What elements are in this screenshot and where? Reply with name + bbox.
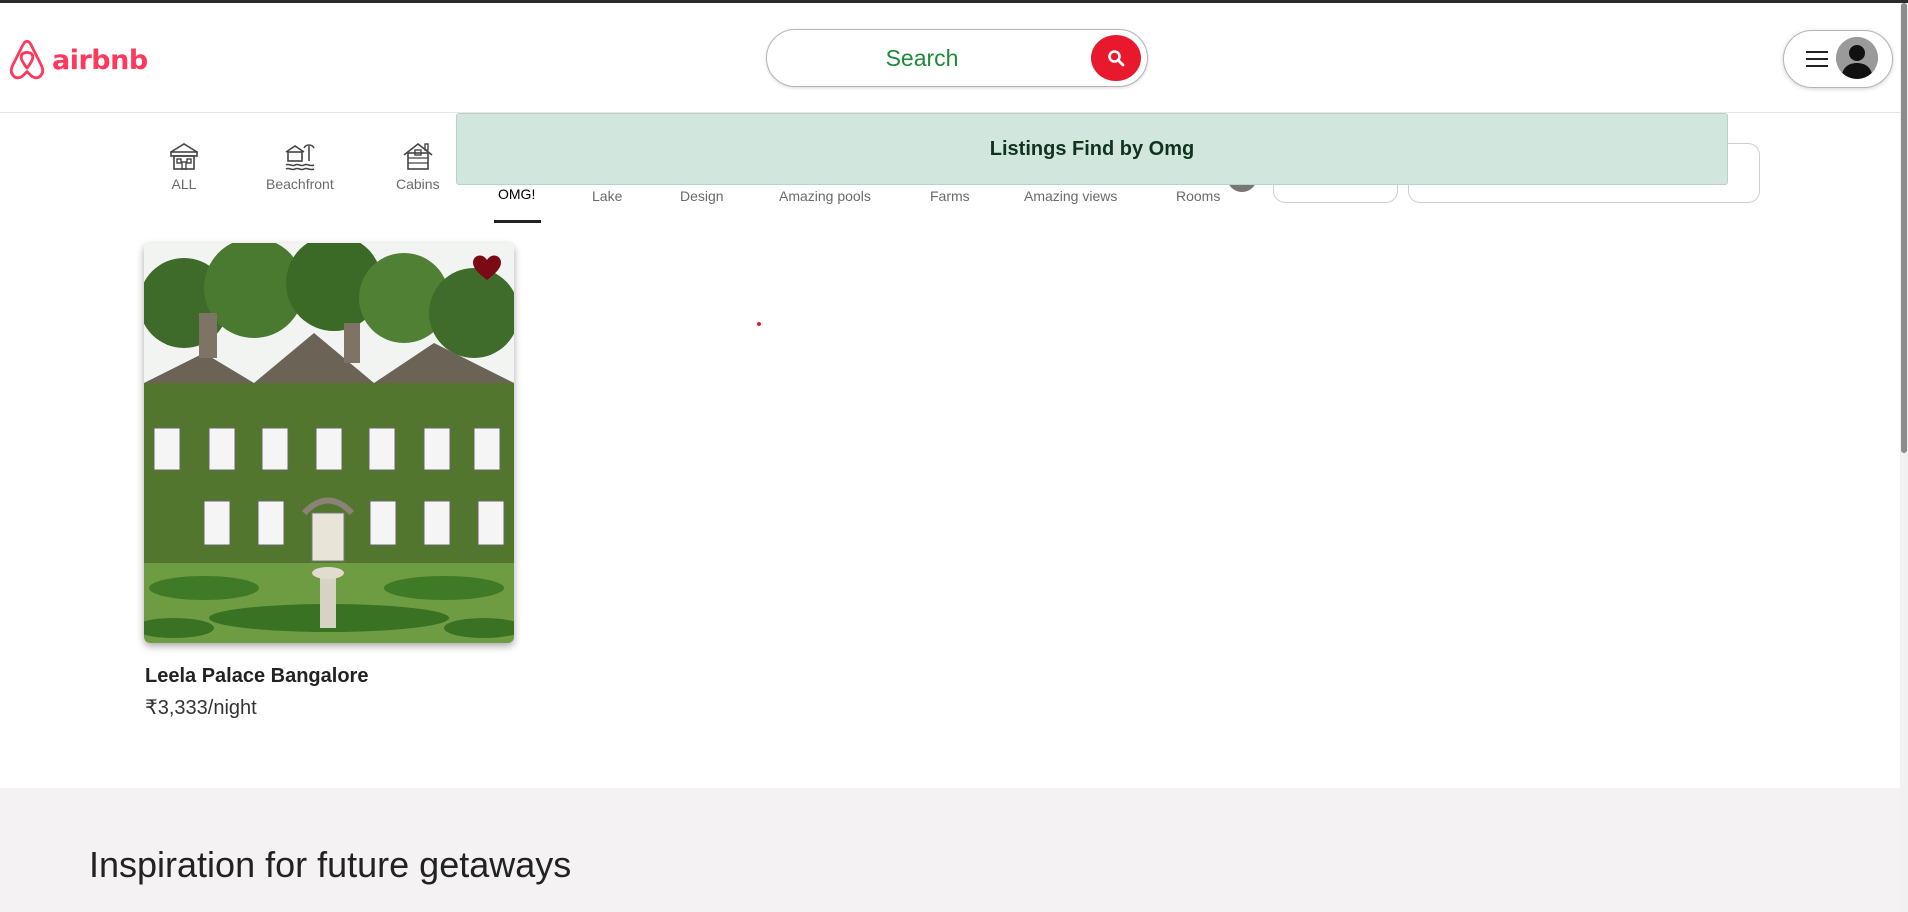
category-lake[interactable]: Lake	[592, 184, 622, 204]
cabin-icon	[403, 142, 433, 170]
category-all[interactable]: ALL	[168, 140, 200, 192]
airbnb-logo-icon	[9, 39, 45, 80]
category-omg[interactable]: OMG!	[498, 182, 535, 202]
search-label[interactable]: Search	[767, 30, 1077, 86]
active-category-underline	[494, 220, 541, 223]
section-title: Inspiration for future getaways	[89, 844, 572, 885]
user-silhouette-icon	[1836, 37, 1878, 79]
user-menu-button[interactable]	[1783, 30, 1893, 88]
search-button[interactable]	[1091, 35, 1141, 81]
search-bar[interactable]: Search	[766, 29, 1148, 87]
scrollbar-thumb[interactable]	[1901, 3, 1907, 453]
house-icon	[170, 143, 198, 170]
category-farms[interactable]: Farms	[930, 184, 970, 204]
search-icon	[1108, 50, 1125, 67]
category-label: Farms	[930, 188, 970, 204]
listing-title[interactable]: Leela Palace Bangalore	[145, 665, 368, 688]
listing-photo	[144, 243, 514, 643]
category-label: Cabins	[396, 176, 440, 192]
cursor-marker	[757, 322, 761, 326]
logo-wordmark: airbnb	[52, 44, 148, 76]
listing-price: ₹3,333/night	[145, 697, 257, 719]
category-label: Beachfront	[266, 176, 334, 192]
category-cabins[interactable]: Cabins	[396, 140, 440, 192]
category-rooms[interactable]: Rooms	[1176, 184, 1220, 204]
category-label: Lake	[592, 188, 623, 204]
category-amazing-pools[interactable]: Amazing pools	[779, 184, 871, 204]
category-label: Amazing views	[1024, 188, 1118, 204]
category-design[interactable]: Design	[680, 184, 724, 204]
category-label: OMG!	[498, 186, 536, 202]
category-amazing-views[interactable]: Amazing views	[1024, 184, 1117, 204]
category-label: ALL	[171, 176, 197, 192]
beachfront-icon	[285, 144, 315, 171]
category-beachfront[interactable]: Beachfront	[266, 140, 334, 192]
category-label: Rooms	[1176, 188, 1221, 204]
hamburger-icon	[1806, 51, 1828, 72]
avatar	[1836, 37, 1878, 79]
inspiration-section: Inspiration for future getaways	[0, 788, 1900, 912]
airbnb-logo[interactable]: airbnb	[8, 39, 148, 81]
category-label: Amazing pools	[779, 188, 871, 204]
listing-image[interactable]	[144, 243, 514, 643]
category-label: Design	[680, 188, 724, 204]
top-header: airbnb Search	[0, 3, 1908, 113]
favorite-heart-icon[interactable]	[472, 254, 502, 287]
flash-message: Listings Find by Omg	[456, 113, 1728, 185]
